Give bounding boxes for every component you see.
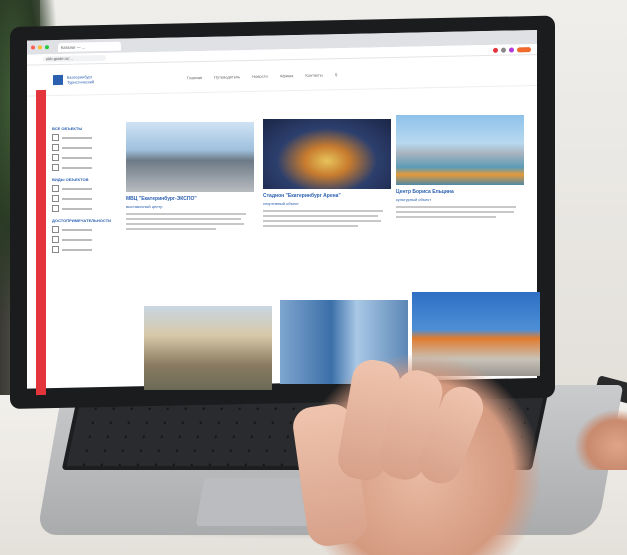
card-title[interactable]: Стадион "Екатеринбург Арена" [263, 193, 391, 199]
card-title[interactable]: МВЦ "Екатеринбург-ЭКСПО" [126, 196, 254, 202]
nav-item[interactable]: Афиша [280, 73, 294, 78]
filter-option[interactable] [52, 154, 122, 161]
url-input[interactable]: ekb-guide.ru/... [43, 54, 106, 63]
profile-icon[interactable] [509, 46, 514, 53]
extension-icon[interactable] [501, 47, 506, 53]
nav-item[interactable]: Путеводитель [214, 74, 240, 80]
maximize-dot-icon[interactable] [45, 45, 49, 50]
checkbox[interactable] [52, 134, 59, 141]
filter-option[interactable] [52, 195, 122, 202]
filter-sidebar: ВСЕ ОБЪЕКТЫ ВИДЫ ОБЪЕКТОВ ДОСТОПРИМЕЧАТЕ… [52, 120, 122, 256]
browser-tab[interactable]: Каталог — ... [58, 41, 121, 52]
checkbox[interactable] [52, 144, 59, 151]
site-logo-icon[interactable] [53, 74, 63, 86]
checkbox[interactable] [52, 185, 59, 192]
filter-option[interactable] [52, 164, 122, 171]
card-subtitle: культурный объект [396, 197, 432, 202]
filter-option[interactable] [52, 246, 122, 253]
checkbox[interactable] [52, 164, 59, 171]
object-card[interactable]: Стадион "Екатеринбург Арена" спортивный … [263, 119, 391, 230]
card-title[interactable]: Центр Бориса Ельцина [396, 189, 524, 195]
checkbox[interactable] [52, 226, 59, 233]
accent-red-strip [36, 89, 46, 396]
filter-option[interactable] [52, 236, 122, 243]
filter-title: ДОСТОПРИМЕЧАТЕЛЬНОСТИ [52, 218, 112, 223]
card-subtitle: выставочный центр [126, 204, 163, 209]
checkbox[interactable] [52, 236, 59, 243]
card-description [263, 210, 391, 227]
nav-item[interactable]: Контакты [305, 72, 322, 77]
site-nav: Главная Путеводитель Новости Афиша Конта… [187, 72, 338, 80]
filter-title: ВИДЫ ОБЪЕКТОВ [52, 177, 89, 182]
card-image-historic[interactable] [144, 306, 272, 390]
filter-option[interactable] [52, 226, 122, 233]
filter-title: ВСЕ ОБЪЕКТЫ [52, 126, 83, 131]
checkbox[interactable] [52, 205, 59, 212]
card-subtitle: спортивный объект [263, 201, 299, 206]
right-hand [575, 410, 627, 470]
filter-option[interactable] [52, 134, 122, 141]
minimize-dot-icon[interactable] [38, 45, 42, 50]
photo-scene: Каталог — ... ekb-guide.ru/... Екатеринб… [0, 0, 627, 555]
nav-item[interactable]: Главная [187, 74, 202, 79]
object-card[interactable]: Центр Бориса Ельцина культурный объект [396, 115, 524, 221]
site-logo-text[interactable]: Екатеринбург Туристический [67, 74, 117, 85]
extension-icons [493, 46, 531, 53]
nav-item[interactable]: Новости [252, 73, 267, 78]
extension-icon[interactable] [493, 47, 498, 53]
card-image-expo[interactable] [126, 122, 254, 192]
card-image-stadium[interactable] [263, 119, 391, 189]
card-description [126, 213, 254, 230]
update-button[interactable] [517, 46, 531, 52]
filter-option[interactable] [52, 144, 122, 151]
checkbox[interactable] [52, 154, 59, 161]
object-card[interactable] [144, 306, 272, 390]
card-image-city[interactable] [396, 115, 524, 185]
search-icon[interactable]: ⚲ [335, 72, 338, 77]
object-card[interactable]: МВЦ "Екатеринбург-ЭКСПО" выставочный цен… [126, 122, 254, 233]
close-dot-icon[interactable] [31, 45, 35, 50]
checkbox[interactable] [52, 195, 59, 202]
filter-option[interactable] [52, 205, 122, 212]
checkbox[interactable] [52, 246, 59, 253]
card-description [396, 206, 524, 218]
filter-option[interactable] [52, 185, 122, 192]
